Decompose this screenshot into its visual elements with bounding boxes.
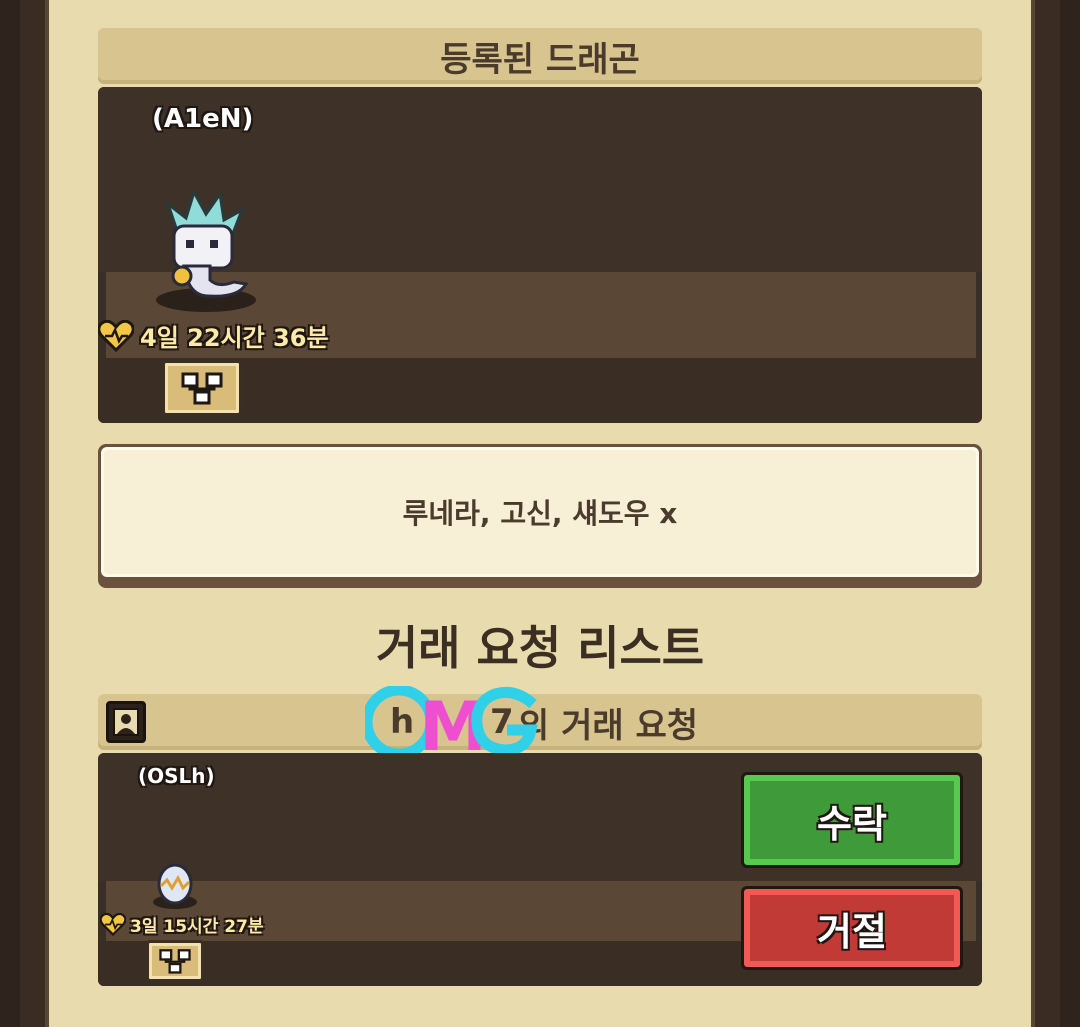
egg-sprite[interactable] [150, 862, 200, 910]
wish-note-inner: 루네라, 고신, 섀도우 x [101, 447, 979, 577]
accept-button[interactable]: 수락 [741, 772, 963, 868]
family-tree-icon [181, 372, 223, 405]
request-family-tree-button[interactable] [146, 940, 204, 982]
family-tree-button[interactable] [162, 360, 242, 416]
trade-request-suffix: 의 거래 요청 [518, 705, 699, 746]
heart-icon [100, 913, 126, 936]
request-timer: 3일 15시간 27분 [100, 912, 264, 937]
dragon-timer: 4일 22시간 36분 [98, 318, 329, 353]
request-timer-text: 3일 15시간 27분 [130, 917, 264, 937]
trade-request-header: h 7 의 거래 요청 [98, 694, 982, 750]
profile-icon [113, 708, 139, 736]
heart-icon [98, 319, 134, 352]
dragon-timer-text: 4일 22시간 36분 [140, 324, 329, 352]
dragon-owner-name: (A1eN) [152, 104, 254, 134]
dragon-sprite[interactable] [148, 184, 258, 314]
registered-dragon-header: 등록된 드래곤 [98, 28, 982, 84]
registered-dragon-title: 등록된 드래곤 [440, 39, 640, 80]
request-owner-name: (OSLh) [138, 764, 215, 788]
profile-button[interactable] [106, 701, 146, 743]
omg-watermark: M [365, 686, 538, 758]
family-tree-icon [159, 949, 191, 974]
wish-note-text: 루네라, 고신, 섀도우 x [402, 497, 678, 530]
reject-button[interactable]: 거절 [741, 886, 963, 970]
accept-label: 수락 [817, 801, 887, 846]
wish-note-box: 루네라, 고신, 섀도우 x [98, 444, 982, 588]
reject-label: 거절 [817, 909, 887, 954]
trade-request-list-title: 거래 요청 리스트 [375, 621, 705, 675]
